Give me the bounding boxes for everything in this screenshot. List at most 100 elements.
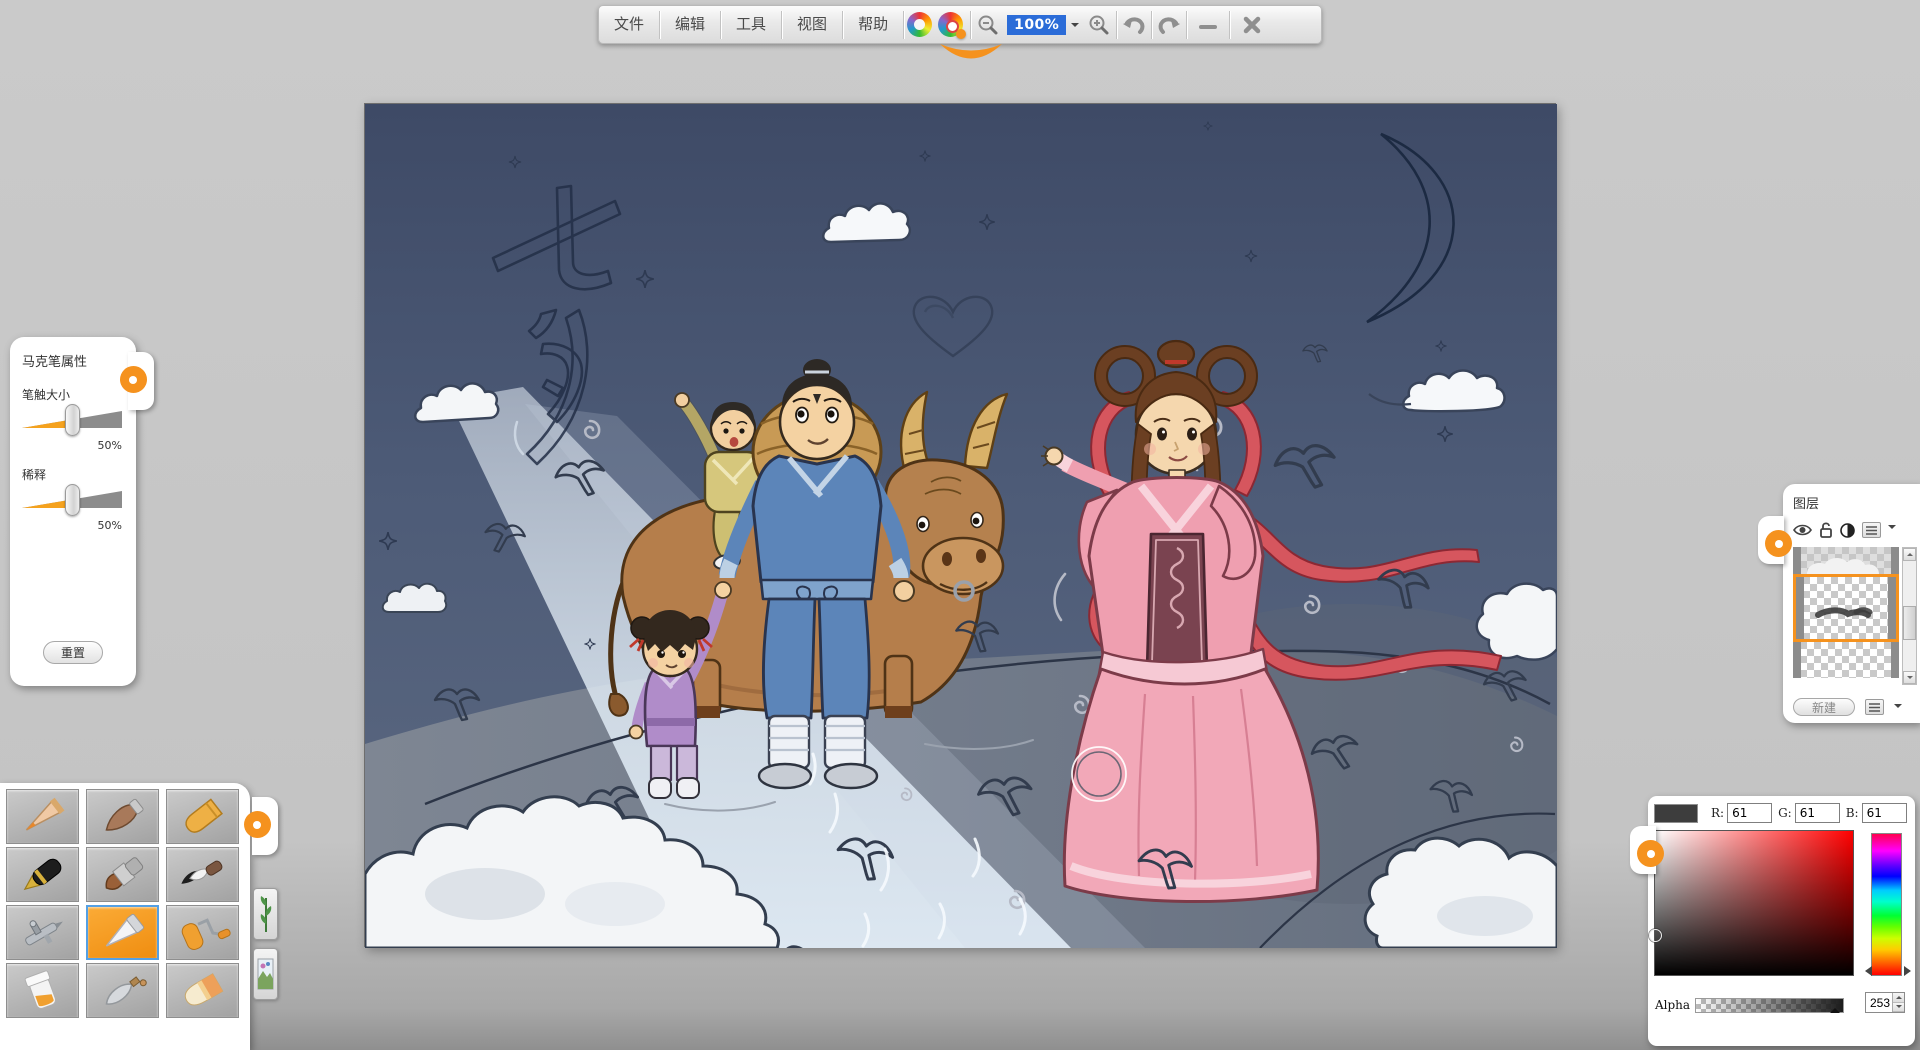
- picture-icon: [257, 958, 274, 990]
- color-picker-panel: R: G: B: Alpha: [1648, 796, 1916, 1046]
- reset-button[interactable]: 重置: [43, 641, 103, 664]
- red-input[interactable]: [1727, 803, 1773, 823]
- plant-icon: [260, 896, 271, 932]
- layer-above[interactable]: [1793, 547, 1899, 574]
- brush-size-slider[interactable]: [22, 404, 122, 437]
- airbrush-icon: [24, 919, 63, 945]
- scroll-down-arrow[interactable]: [1903, 671, 1916, 684]
- zoom-in-button[interactable]: [1082, 8, 1116, 41]
- panel-title: 图层: [1793, 497, 1820, 512]
- tool-paint-bottle[interactable]: [6, 963, 79, 1018]
- close-button[interactable]: [1230, 8, 1274, 41]
- brush-size-label: 笔触大小: [22, 388, 71, 402]
- chevron-down-icon[interactable]: [1894, 704, 1902, 712]
- hue-marker-right[interactable]: [1904, 966, 1916, 976]
- ink-brush-icon: [180, 860, 222, 884]
- menu-edit[interactable]: 编辑: [660, 6, 720, 43]
- pencil-icon: [25, 797, 64, 831]
- plant-stamps-tab[interactable]: [253, 888, 278, 940]
- chevron-down-icon: [1071, 22, 1080, 31]
- zoom-dropdown-button[interactable]: [1068, 15, 1082, 35]
- dilution-slider[interactable]: [22, 484, 122, 517]
- marker-properties-panel: 马克笔属性 笔触大小 50% 稀释 50% 重置: [10, 337, 136, 686]
- zoom-in-icon: [1089, 15, 1109, 34]
- brush-size-value: 50%: [97, 439, 122, 452]
- layers-panel: 图层 新建: [1783, 484, 1920, 723]
- brush-pen-icon: [105, 798, 144, 831]
- alpha-gradient-strip[interactable]: [1695, 997, 1844, 1013]
- eraser-icon: [184, 972, 223, 1005]
- paint-mascot-icon[interactable]: [907, 12, 933, 37]
- drawing-canvas[interactable]: [363, 103, 1620, 987]
- tool-paintbrush[interactable]: [86, 847, 159, 902]
- menu-tools[interactable]: 工具: [721, 6, 781, 43]
- layer-list-scrollbar[interactable]: [1902, 547, 1917, 685]
- dilution-value: 50%: [97, 519, 122, 532]
- tool-palette-knife[interactable]: [86, 963, 159, 1018]
- tool-eraser[interactable]: [166, 963, 239, 1018]
- alpha-decrement-button[interactable]: [1893, 1002, 1904, 1012]
- layer-above-thumbnail: [1801, 547, 1891, 574]
- mascot-nose-icon: [956, 29, 966, 39]
- picture-stamps-tab[interactable]: [253, 948, 278, 1000]
- paint-roller-icon: [181, 917, 231, 950]
- paint-bottle-icon: [24, 969, 56, 1009]
- tool-fountain-pen[interactable]: [6, 847, 79, 902]
- green-label: G:: [1778, 806, 1792, 820]
- tool-ink-brush[interactable]: [166, 847, 239, 902]
- color-panel-collapse-handle[interactable]: [1630, 826, 1664, 874]
- layers-panel-collapse-handle[interactable]: [1758, 516, 1792, 564]
- zoom-out-icon: [978, 15, 998, 34]
- alpha-marker[interactable]: [1830, 1003, 1840, 1013]
- tool-marker-selected[interactable]: [86, 905, 159, 960]
- slider-thumb[interactable]: [65, 484, 80, 516]
- menu-help[interactable]: 帮助: [843, 6, 903, 43]
- scroll-up-arrow[interactable]: [1903, 548, 1916, 561]
- red-label: R:: [1711, 806, 1725, 820]
- chevron-down-icon[interactable]: [1888, 525, 1896, 533]
- green-input[interactable]: [1794, 803, 1840, 823]
- blue-input[interactable]: [1861, 803, 1907, 823]
- close-icon: [1244, 16, 1261, 33]
- layers-options-button[interactable]: [1865, 699, 1884, 715]
- undo-button[interactable]: [1117, 8, 1151, 41]
- layer-selected-thumbnail: [1815, 607, 1873, 618]
- undo-icon: [1123, 16, 1145, 34]
- mascot-mouth-icon: [938, 43, 1004, 69]
- hue-bar[interactable]: [1871, 833, 1902, 976]
- lock-icon[interactable]: [1819, 522, 1833, 538]
- menu-lines-icon: [1869, 702, 1880, 712]
- visibility-eye-icon[interactable]: [1793, 523, 1812, 537]
- slider-thumb[interactable]: [65, 404, 80, 436]
- opacity-contrast-icon[interactable]: [1840, 522, 1855, 538]
- scrollbar-thumb[interactable]: [1903, 606, 1916, 640]
- paintbrush-icon: [105, 856, 143, 890]
- menu-view[interactable]: 视图: [782, 6, 842, 43]
- layer-selected[interactable]: [1793, 574, 1899, 642]
- color-selection-cursor[interactable]: [1649, 929, 1662, 942]
- current-color-swatch[interactable]: [1654, 803, 1698, 823]
- alpha-increment-button[interactable]: [1893, 993, 1904, 1003]
- hue-marker-left[interactable]: [1860, 966, 1872, 976]
- redo-button[interactable]: [1152, 8, 1186, 41]
- menu-file[interactable]: 文件: [599, 6, 659, 43]
- tool-crayon[interactable]: [166, 789, 239, 844]
- marker-icon: [105, 913, 144, 947]
- layer-below[interactable]: [1793, 642, 1899, 678]
- saturation-value-square[interactable]: [1649, 830, 1854, 976]
- fountain-pen-icon: [23, 858, 61, 890]
- alpha-value-input[interactable]: [1866, 993, 1892, 1012]
- zoom-level-display[interactable]: 100%: [1007, 14, 1067, 35]
- layer-menu-button[interactable]: [1862, 522, 1881, 538]
- minimize-button[interactable]: [1187, 8, 1229, 41]
- tool-paint-roller[interactable]: [166, 905, 239, 960]
- dilution-label: 稀释: [22, 468, 47, 482]
- palette-knife-icon: [105, 975, 147, 1005]
- tool-palette-collapse-handle[interactable]: [244, 797, 278, 855]
- tool-airbrush[interactable]: [6, 905, 79, 960]
- tool-brush-pen[interactable]: [86, 789, 159, 844]
- marker-panel-collapse-handle[interactable]: [120, 352, 154, 410]
- tool-pencil[interactable]: [6, 789, 79, 844]
- zoom-out-button[interactable]: [971, 8, 1005, 41]
- new-layer-button[interactable]: 新建: [1793, 698, 1855, 716]
